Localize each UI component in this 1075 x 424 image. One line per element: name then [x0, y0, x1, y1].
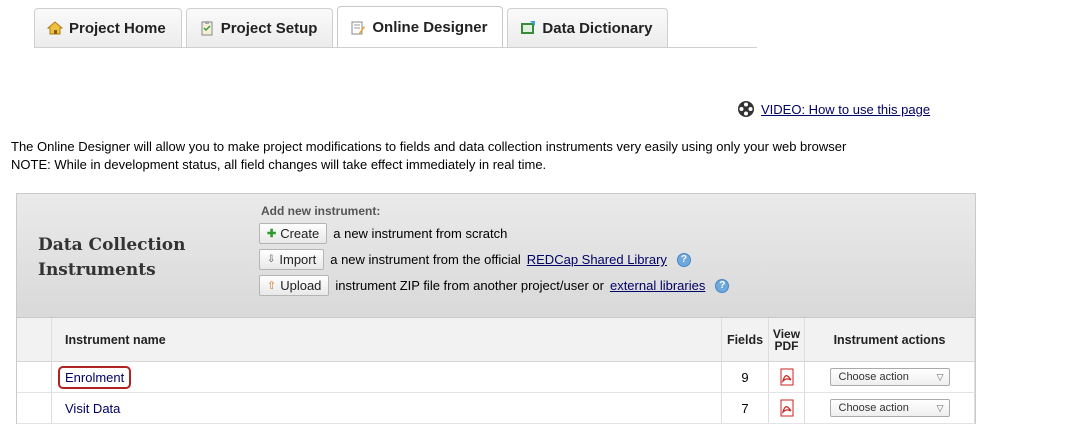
panel-title: Data Collection Instruments	[38, 235, 186, 280]
download-arrow-icon: ⇩	[267, 254, 276, 265]
col-view-pdf: View PDF	[769, 318, 805, 361]
col-instrument-actions: Instrument actions	[805, 318, 975, 361]
designer-icon	[351, 21, 366, 34]
tab-project-home[interactable]: Project Home	[34, 8, 182, 47]
pdf-icon[interactable]	[779, 368, 795, 386]
import-row: ⇩ Import a new instrument from the offic…	[259, 249, 729, 270]
tab-label: Data Dictionary	[542, 19, 653, 37]
col-fields: Fields	[722, 318, 769, 361]
external-libraries-link[interactable]: external libraries	[610, 278, 705, 293]
create-button[interactable]: ✚ Create	[259, 223, 328, 244]
choose-action-dropdown[interactable]: Choose action ▽	[829, 368, 950, 386]
home-icon	[47, 21, 63, 35]
instrument-link-visit-data[interactable]: Visit Data	[65, 401, 120, 416]
video-help: VIDEO: How to use this page	[737, 100, 930, 118]
chevron-down-icon: ▽	[936, 402, 944, 413]
panel-header: Data Collection Instruments Add new inst…	[17, 194, 975, 318]
col-instrument-name: Instrument name	[52, 318, 722, 361]
tab-bar: Project Home Project Setup Online Design…	[34, 6, 669, 48]
tab-online-designer[interactable]: Online Designer	[337, 6, 504, 48]
plus-icon: ✚	[267, 228, 277, 240]
field-count: 9	[722, 362, 769, 392]
upload-button[interactable]: ⇧ Upload	[259, 275, 330, 296]
table-header: Instrument name Fields View PDF Instrume…	[17, 318, 975, 362]
add-instrument-label: Add new instrument:	[261, 204, 381, 218]
import-desc: a new instrument from the official	[330, 252, 521, 267]
pdf-icon[interactable]	[779, 399, 795, 417]
tab-project-setup[interactable]: Project Setup	[185, 8, 334, 47]
import-button[interactable]: ⇩ Import	[259, 249, 325, 270]
add-instrument-block: Add new instrument: ✚ Create a new instr…	[259, 204, 730, 296]
intro-text: The Online Designer will allow you to ma…	[11, 138, 846, 174]
intro-line-1: The Online Designer will allow you to ma…	[11, 139, 847, 154]
upload-desc: instrument ZIP file from another project…	[335, 278, 604, 293]
spreadsheet-icon	[521, 21, 536, 34]
video-link[interactable]: VIDEO: How to use this page	[761, 102, 930, 117]
film-reel-icon	[738, 101, 754, 117]
table-row: Visit Data 7 Choose action ▽	[17, 393, 975, 424]
tab-label: Online Designer	[372, 19, 488, 36]
tab-underline	[34, 47, 757, 48]
help-icon[interactable]: ?	[715, 278, 730, 293]
instrument-link-enrolment[interactable]: Enrolment	[58, 365, 132, 389]
table-row: Enrolment 9 Choose action ▽	[17, 362, 975, 393]
field-count: 7	[722, 393, 769, 423]
shared-library-link[interactable]: REDCap Shared Library	[527, 252, 667, 267]
help-icon[interactable]: ?	[676, 252, 691, 267]
upload-arrow-icon: ⇧	[267, 280, 277, 292]
tab-label: Project Setup	[220, 19, 318, 37]
create-row: ✚ Create a new instrument from scratch	[259, 223, 729, 244]
chevron-down-icon: ▽	[936, 371, 944, 382]
intro-line-2: NOTE: While in development status, all f…	[11, 157, 547, 172]
upload-row: ⇧ Upload instrument ZIP file from anothe…	[259, 275, 730, 296]
checklist-icon	[201, 21, 213, 36]
instruments-panel: Data Collection Instruments Add new inst…	[16, 193, 976, 424]
tab-data-dictionary[interactable]: Data Dictionary	[507, 8, 669, 47]
choose-action-dropdown[interactable]: Choose action ▽	[829, 399, 950, 417]
tab-label: Project Home	[69, 19, 166, 37]
create-desc: a new instrument from scratch	[333, 226, 508, 241]
